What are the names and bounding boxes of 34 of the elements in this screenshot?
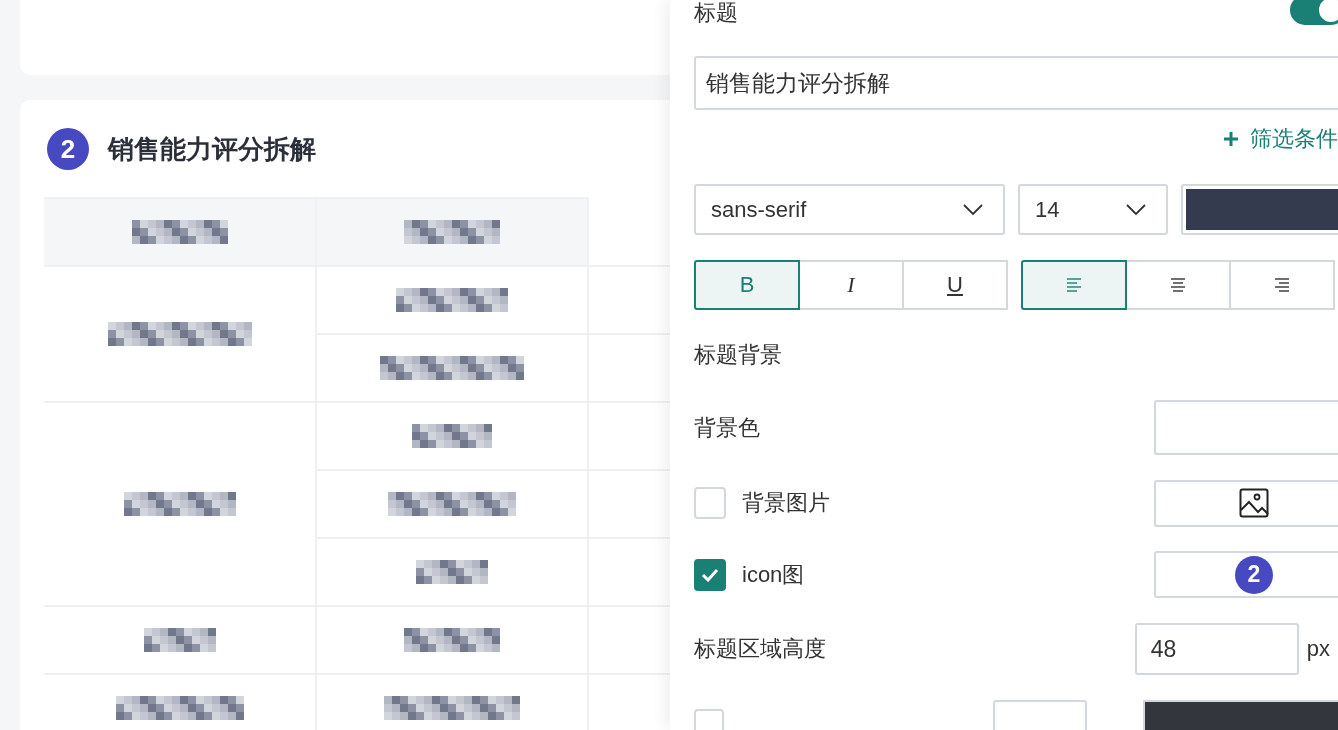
text-style-button[interactable]: U [902,260,1008,310]
align-center-icon [1170,277,1186,293]
number-badge: 2 [47,128,89,170]
text-style-button[interactable]: I [798,260,904,310]
text-style-button[interactable]: B [694,260,800,310]
check-icon [701,567,719,582]
color-picker[interactable] [1154,400,1338,455]
font-family-dropdown[interactable]: sans-serif [694,184,1005,235]
title-input-field[interactable]: 销售能力评分拆解 [694,56,1338,110]
checkbox-label: 背景图片 [742,489,830,517]
section-title: 销售能力评分拆解 [108,132,316,166]
checkbox[interactable] [694,558,726,591]
image-icon [1239,488,1269,518]
number-badge: 2 [1235,555,1273,594]
font-size-dropdown[interactable]: 14 [1017,184,1168,235]
color-picker[interactable] [1180,184,1338,235]
height-input-field[interactable]: 48 [1134,623,1299,675]
image-upload-button[interactable] [1154,479,1338,527]
field-label: 标题区域高度 [694,635,826,663]
checkbox-label: icon图 [742,560,805,589]
chevron-down-icon [1125,203,1146,216]
field-label: 背景色 [694,413,760,442]
align-button[interactable] [1021,260,1127,310]
chevron-down-icon [962,203,983,216]
section-label: 标题背景 [694,341,782,369]
align-left-icon [1066,277,1082,293]
unit-label: px [1306,636,1330,662]
title-label: 标题 [694,0,738,27]
icon-select-button[interactable]: 2 [1154,551,1338,598]
add-filter-link[interactable]: 筛选条件 [1222,126,1338,152]
align-right-icon [1274,277,1290,293]
toggle-switch[interactable] [1290,0,1338,25]
pixelated-text-drawing [416,560,488,584]
plus-icon [1222,130,1240,148]
